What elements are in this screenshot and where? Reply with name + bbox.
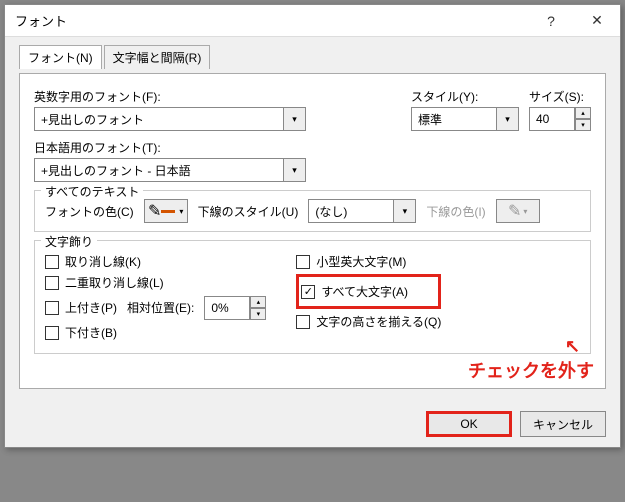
brush-icon: ✎ [508, 201, 521, 221]
latin-font-label: 英数字用のフォント(F): [34, 88, 401, 105]
allcaps-checkbox[interactable]: ✓すべて大文字(A) [301, 283, 408, 300]
all-text-legend: すべてのテキスト [41, 183, 143, 200]
all-text-group: すべてのテキスト フォントの色(C) ✎ ▾ 下線のスタイル(U) ▾ 下線の色… [34, 190, 591, 232]
size-label: サイズ(S): [529, 88, 591, 105]
window-title: フォント [5, 11, 67, 30]
chevron-down-icon: ▾ [179, 207, 183, 216]
annotation-arrow: ↖ [565, 336, 580, 357]
superscript-checkbox[interactable]: 上付き(P) [45, 299, 117, 316]
size-input[interactable] [529, 107, 575, 131]
effects-legend: 文字飾り [41, 233, 97, 250]
offset-input[interactable] [204, 296, 250, 320]
check-icon: ✓ [301, 285, 315, 299]
chevron-down-icon[interactable]: ▾ [497, 107, 519, 131]
equalize-checkbox[interactable]: 文字の高さを揃える(Q) [296, 313, 441, 330]
chevron-down-icon[interactable]: ▾ [284, 158, 306, 182]
size-spinner[interactable]: ▴ ▾ [529, 107, 591, 131]
chevron-down-icon[interactable]: ▾ [394, 199, 416, 223]
spin-down-icon[interactable]: ▾ [575, 119, 591, 131]
tab-bar: フォント(N) 文字幅と間隔(R) [19, 45, 606, 69]
style-input[interactable] [411, 107, 497, 131]
asian-font-label: 日本語用のフォント(T): [34, 139, 591, 156]
tab-font[interactable]: フォント(N) [19, 45, 102, 69]
brush-icon: ✎ [148, 201, 161, 221]
offset-label: 相対位置(E): [127, 299, 194, 316]
font-color-label: フォントの色(C) [45, 203, 134, 220]
color-swatch [161, 210, 175, 213]
offset-spinner[interactable]: ▴ ▾ [204, 296, 266, 320]
subscript-checkbox[interactable]: 下付き(B) [45, 324, 266, 341]
latin-font-combo[interactable]: ▾ [34, 107, 401, 131]
spin-down-icon[interactable]: ▾ [250, 308, 266, 320]
smallcaps-checkbox[interactable]: 小型英大文字(M) [296, 253, 441, 270]
underline-style-label: 下線のスタイル(U) [198, 203, 299, 220]
underline-color-label: 下線の色(I) [426, 203, 485, 220]
asian-font-input[interactable] [34, 158, 284, 182]
effects-group: 文字飾り 取り消し線(K) 二重取り消し線(L) 上付き(P) 相対位置(E):… [34, 240, 591, 354]
cancel-button[interactable]: キャンセル [520, 411, 606, 437]
double-strike-checkbox[interactable]: 二重取り消し線(L) [45, 274, 266, 291]
latin-font-input[interactable] [34, 107, 284, 131]
underline-color-button: ✎ ▾ [496, 199, 540, 223]
font-dialog: フォント ? ✕ フォント(N) 文字幅と間隔(R) 英数字用のフォント(F):… [4, 4, 621, 448]
asian-font-combo[interactable]: ▾ [34, 158, 591, 182]
help-button[interactable]: ? [528, 5, 574, 37]
tab-spacing[interactable]: 文字幅と間隔(R) [104, 45, 211, 69]
dialog-footer: OK キャンセル [5, 401, 620, 447]
chevron-down-icon: ▾ [523, 207, 527, 216]
font-panel: 英数字用のフォント(F): ▾ スタイル(Y): ▾ サイズ(S): [19, 73, 606, 389]
style-combo[interactable]: ▾ [411, 107, 519, 131]
close-button[interactable]: ✕ [574, 5, 620, 37]
strike-checkbox[interactable]: 取り消し線(K) [45, 253, 266, 270]
spin-up-icon[interactable]: ▴ [575, 107, 591, 119]
spin-up-icon[interactable]: ▴ [250, 296, 266, 308]
annotation-text: チェックを外す [468, 357, 594, 383]
titlebar: フォント ? ✕ [5, 5, 620, 37]
underline-input[interactable] [308, 199, 394, 223]
chevron-down-icon[interactable]: ▾ [284, 107, 306, 131]
font-color-button[interactable]: ✎ ▾ [144, 199, 188, 223]
ok-button[interactable]: OK [426, 411, 512, 437]
style-label: スタイル(Y): [411, 88, 519, 105]
underline-combo[interactable]: ▾ [308, 199, 416, 223]
